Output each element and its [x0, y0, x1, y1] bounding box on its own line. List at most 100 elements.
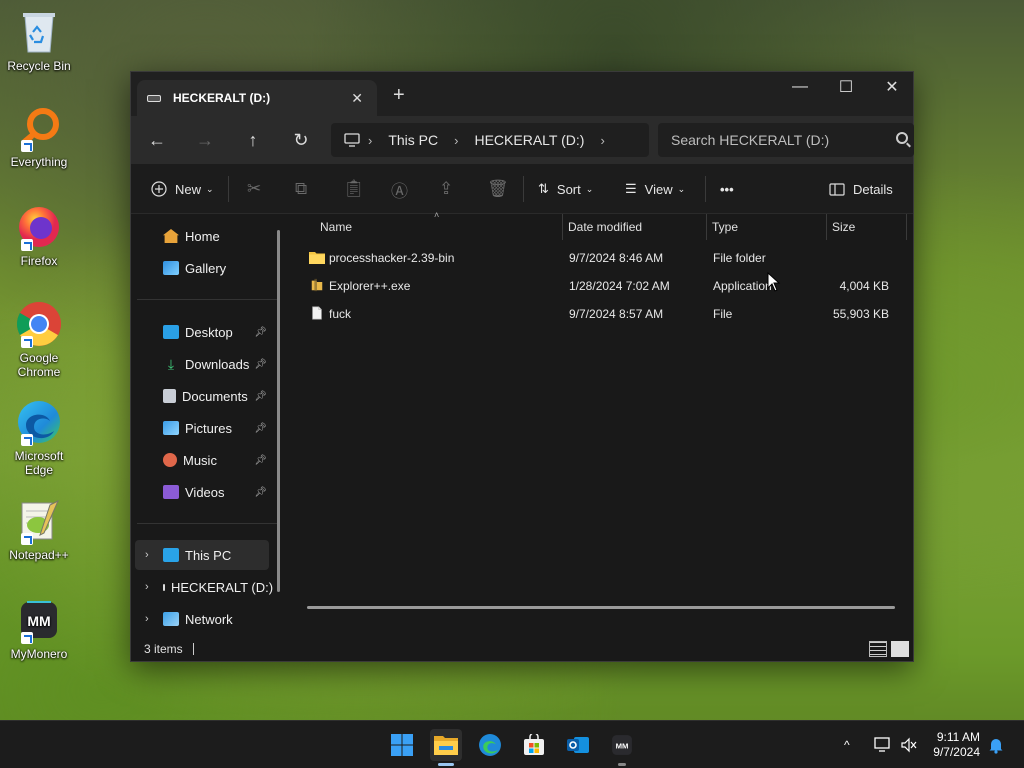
music-icon: [163, 453, 177, 467]
column-header-size[interactable]: Size: [832, 214, 855, 240]
pin-icon[interactable]: 📌︎: [254, 423, 267, 434]
desktop-icon-firefox[interactable]: Firefox: [4, 203, 74, 268]
pin-icon[interactable]: 📌︎: [254, 487, 267, 498]
drive-icon: [147, 94, 161, 102]
network-icon: [163, 612, 179, 626]
pin-icon[interactable]: 📌︎: [254, 327, 267, 338]
clock[interactable]: 9:11 AM 9/7/2024: [933, 730, 980, 760]
sort-button[interactable]: ⇅ Sort ⌄: [538, 177, 593, 201]
taskbar-outlook[interactable]: [562, 729, 594, 761]
refresh-icon[interactable]: ↻: [286, 126, 316, 154]
search-input[interactable]: Search HECKERALT (D:): [658, 123, 914, 157]
sidebar-label: Videos: [185, 484, 225, 500]
sidebar-item-desktop[interactable]: Desktop 📌︎: [135, 317, 269, 347]
status-bar: 3 items: [131, 637, 913, 661]
column-header-type[interactable]: Type: [712, 214, 738, 240]
sidebar-item-downloads[interactable]: ⤓ Downloads 📌︎: [135, 349, 269, 379]
close-button[interactable]: ✕: [869, 72, 915, 102]
breadcrumb-chevron-icon[interactable]: ›: [600, 133, 604, 148]
breadcrumb-this-pc[interactable]: This PC: [388, 132, 438, 148]
sidebar-item-this-pc[interactable]: › This PC: [135, 540, 269, 570]
chevron-right-icon[interactable]: ›: [145, 581, 149, 593]
notification-bell-icon[interactable]: [988, 721, 1004, 768]
sidebar-item-videos[interactable]: Videos 📌︎: [135, 477, 269, 507]
sidebar-item-network[interactable]: › Network: [135, 604, 269, 634]
tab-close-icon[interactable]: ✕: [351, 90, 363, 107]
shortcut-arrow-icon: [21, 239, 33, 251]
delete-icon[interactable]: 🗑︎: [487, 177, 509, 201]
taskbar-file-explorer[interactable]: [430, 729, 462, 766]
details-view-icon[interactable]: [869, 641, 887, 657]
large-icons-view-icon[interactable]: [891, 641, 909, 657]
taskbar-edge[interactable]: [474, 729, 506, 761]
search-placeholder: Search HECKERALT (D:): [671, 132, 830, 148]
column-divider[interactable]: [706, 214, 707, 240]
tab-heckeralt[interactable]: HECKERALT (D:) ✕: [137, 80, 377, 116]
sidebar-label: Pictures: [185, 420, 232, 436]
desktop-icon-everything[interactable]: Everything: [4, 104, 74, 169]
sidebar-label: Network: [185, 611, 233, 627]
pin-icon[interactable]: 📌︎: [254, 359, 267, 370]
column-header-date[interactable]: Date modified: [568, 214, 642, 240]
tray-overflow-chevron[interactable]: ^: [844, 721, 850, 768]
sidebar-item-drive[interactable]: › HECKERALT (D:): [135, 572, 273, 602]
sidebar-item-gallery[interactable]: Gallery: [135, 253, 269, 283]
desktop-icon-notepadpp[interactable]: Notepad++: [4, 497, 74, 562]
copy-icon[interactable]: ⧉: [295, 177, 307, 201]
file-row[interactable]: fuck 9/7/2024 8:57 AM File 55,903 KB: [303, 300, 915, 328]
taskbar-store[interactable]: [518, 729, 550, 761]
desktop-icon-label: Recycle Bin: [7, 59, 71, 73]
more-options-button[interactable]: •••: [720, 177, 734, 201]
view-button[interactable]: ☰ View ⌄: [625, 177, 685, 201]
rename-icon[interactable]: Ⓐ: [391, 177, 408, 201]
column-divider[interactable]: [826, 214, 827, 240]
column-header-name[interactable]: Name: [320, 214, 352, 240]
breadcrumb-drive[interactable]: HECKERALT (D:): [474, 132, 584, 148]
sidebar-item-documents[interactable]: Documents 📌︎: [135, 381, 269, 411]
chevron-right-icon[interactable]: ›: [145, 549, 149, 561]
desktop-icon-label: Notepad++: [9, 548, 69, 562]
file-type: File: [713, 307, 733, 321]
desktop-icon-edge[interactable]: Microsoft Edge: [4, 398, 74, 477]
sidebar-item-pictures[interactable]: Pictures 📌︎: [135, 413, 269, 443]
column-divider[interactable]: [906, 214, 907, 240]
desktop-icon-chrome[interactable]: Google Chrome: [4, 300, 74, 379]
share-icon[interactable]: ⇪: [439, 177, 453, 201]
desktop-icon-mymonero[interactable]: MM MyMonero: [4, 596, 74, 661]
forward-arrow-icon[interactable]: →: [190, 126, 220, 154]
shortcut-arrow-icon: [21, 632, 33, 644]
details-pane-button[interactable]: Details: [829, 177, 893, 201]
view-lines-icon: ☰: [625, 181, 637, 196]
paste-icon[interactable]: 📋︎: [343, 177, 365, 201]
sidebar-scrollbar[interactable]: [277, 230, 280, 592]
address-bar[interactable]: › This PC › HECKERALT (D:) ›: [331, 123, 649, 157]
item-count: 3 items: [144, 642, 183, 656]
start-button[interactable]: [386, 729, 418, 761]
column-divider[interactable]: [562, 214, 563, 240]
file-name: processhacker-2.39-bin: [329, 251, 455, 265]
sort-label: Sort: [556, 181, 581, 197]
new-tab-button[interactable]: +: [393, 84, 405, 107]
network-status-icon[interactable]: [874, 721, 892, 768]
minimize-button[interactable]: —: [777, 72, 823, 102]
this-pc-icon: [163, 548, 179, 562]
file-row[interactable]: processhacker-2.39-bin 9/7/2024 8:46 AM …: [303, 244, 915, 272]
file-type: Application: [713, 279, 772, 293]
pin-icon[interactable]: 📌︎: [254, 455, 267, 466]
back-arrow-icon[interactable]: ←: [142, 126, 172, 154]
sidebar-item-music[interactable]: Music 📌︎: [135, 445, 269, 475]
new-button[interactable]: New ⌄: [151, 177, 214, 201]
file-row[interactable]: Explorer++.exe 1/28/2024 7:02 AM Applica…: [303, 272, 915, 300]
chevron-right-icon[interactable]: ›: [145, 613, 149, 625]
sidebar-label: Home: [185, 228, 220, 244]
sidebar-label: Gallery: [185, 260, 227, 276]
desktop-icon-recycle-bin[interactable]: Recycle Bin: [4, 8, 74, 73]
volume-muted-icon[interactable]: [900, 721, 918, 768]
sidebar-item-home[interactable]: Home: [135, 221, 269, 251]
maximize-button[interactable]: ☐: [823, 72, 869, 102]
cut-icon[interactable]: ✂: [247, 177, 261, 201]
taskbar-mymonero[interactable]: MM: [606, 729, 638, 766]
pin-icon[interactable]: 📌︎: [254, 391, 267, 402]
up-arrow-icon[interactable]: ↑: [238, 126, 268, 154]
horizontal-scrollbar[interactable]: [307, 606, 895, 609]
